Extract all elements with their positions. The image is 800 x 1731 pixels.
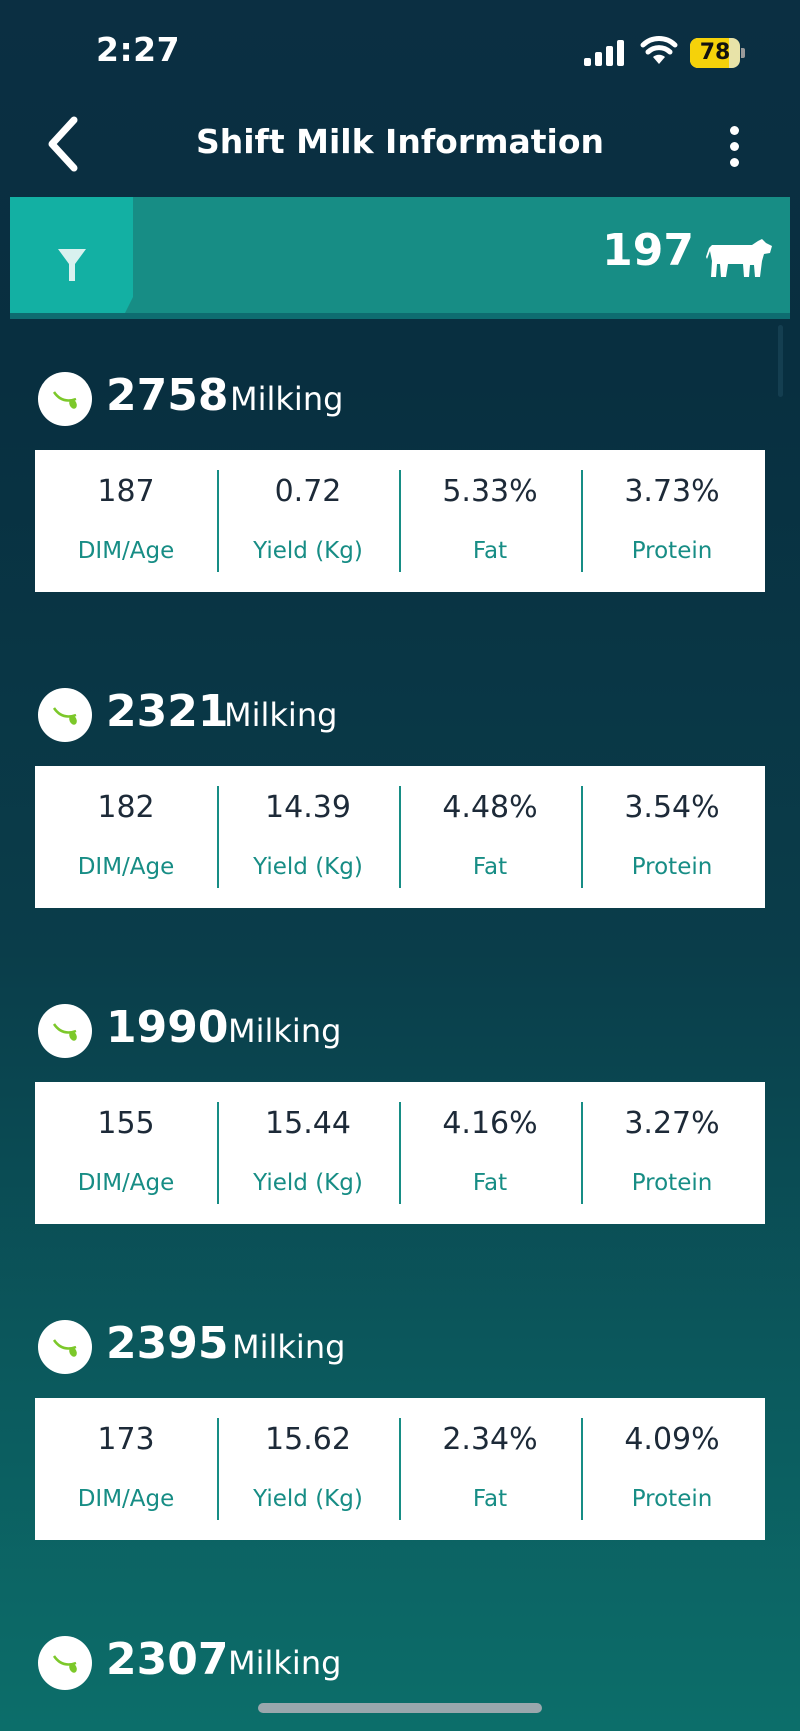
cellular-signal-icon: [584, 40, 624, 66]
fat-value: 4.16%: [442, 1106, 538, 1141]
metric-protein: 4.09% Protein: [581, 1398, 763, 1540]
animal-card-2: 2321 Milking 182 DIM/Age 14.39 Yield (Kg…: [0, 684, 800, 984]
status-bar: 2:27 78: [0, 0, 800, 100]
animal-status: Milking: [228, 1012, 342, 1050]
animal-status: Milking: [232, 1328, 346, 1366]
home-indicator: [258, 1703, 542, 1713]
nav-bar: Shift Milk Information: [0, 100, 800, 190]
dim-value: 173: [97, 1422, 155, 1457]
fat-value: 4.48%: [442, 790, 538, 825]
filter-icon: [58, 249, 86, 281]
filter-bar-edge: [10, 313, 790, 319]
milking-status-icon: [38, 372, 92, 426]
protein-value: 3.73%: [624, 474, 720, 509]
animal-status: Milking: [224, 696, 338, 734]
dim-value: 182: [97, 790, 155, 825]
fat-label: Fat: [472, 1170, 508, 1196]
fat-label: Fat: [472, 1486, 508, 1512]
metric-protein: 3.27% Protein: [581, 1082, 763, 1224]
animal-status: Milking: [230, 380, 344, 418]
animal-id: 2758: [106, 370, 229, 421]
dim-value: 187: [97, 474, 155, 509]
metric-dim: 155 DIM/Age: [35, 1082, 217, 1224]
metric-protein: 3.54% Protein: [581, 766, 763, 908]
animal-status: Milking: [228, 1644, 342, 1682]
metric-dim: 187 DIM/Age: [35, 450, 217, 592]
yield-label: Yield (Kg): [253, 854, 363, 880]
metric-fat: 5.33% Fat: [399, 450, 581, 592]
metric-yield: 15.44 Yield (Kg): [217, 1082, 399, 1224]
status-time: 2:27: [96, 30, 181, 69]
metric-fat: 2.34% Fat: [399, 1398, 581, 1540]
metrics-card[interactable]: 173 DIM/Age 15.62 Yield (Kg) 2.34% Fat 4…: [35, 1398, 765, 1540]
metric-yield: 0.72 Yield (Kg): [217, 450, 399, 592]
filter-button[interactable]: [10, 197, 133, 313]
protein-value: 4.09%: [624, 1422, 720, 1457]
animal-card-4: 2395 Milking 173 DIM/Age 15.62 Yield (Kg…: [0, 1316, 800, 1616]
fat-value: 2.34%: [442, 1422, 538, 1457]
metric-yield: 14.39 Yield (Kg): [217, 766, 399, 908]
dim-value: 155: [97, 1106, 155, 1141]
cow-icon: [706, 239, 772, 277]
metric-dim: 173 DIM/Age: [35, 1398, 217, 1540]
yield-value: 0.72: [274, 474, 342, 509]
protein-label: Protein: [631, 854, 713, 880]
dim-label: DIM/Age: [77, 854, 175, 880]
more-icon: [730, 126, 739, 135]
filter-bar: 197: [10, 197, 790, 317]
animal-card-5: 2307 Milking: [0, 1632, 800, 1712]
yield-label: Yield (Kg): [253, 1170, 363, 1196]
more-options-button[interactable]: [716, 118, 752, 174]
milking-status-icon: [38, 688, 92, 742]
wifi-icon: [640, 36, 678, 64]
metric-fat: 4.16% Fat: [399, 1082, 581, 1224]
protein-label: Protein: [631, 1170, 713, 1196]
herd-count: 197: [602, 225, 694, 276]
metric-protein: 3.73% Protein: [581, 450, 763, 592]
dim-label: DIM/Age: [77, 1486, 175, 1512]
fat-value: 5.33%: [442, 474, 538, 509]
metrics-card[interactable]: 187 DIM/Age 0.72 Yield (Kg) 5.33% Fat 3.…: [35, 450, 765, 592]
protein-label: Protein: [631, 1486, 713, 1512]
dim-label: DIM/Age: [77, 1170, 175, 1196]
page-title: Shift Milk Information: [195, 122, 605, 161]
animal-id: 1990: [106, 1002, 229, 1053]
metric-dim: 182 DIM/Age: [35, 766, 217, 908]
animal-card-3: 1990 Milking 155 DIM/Age 15.44 Yield (Kg…: [0, 1000, 800, 1300]
battery-icon: 78: [690, 38, 746, 68]
protein-value: 3.54%: [624, 790, 720, 825]
protein-label: Protein: [631, 538, 713, 564]
animal-id: 2321: [106, 686, 229, 737]
protein-value: 3.27%: [624, 1106, 720, 1141]
battery-level: 78: [699, 40, 731, 65]
milking-status-icon: [38, 1320, 92, 1374]
metrics-card[interactable]: 182 DIM/Age 14.39 Yield (Kg) 4.48% Fat 3…: [35, 766, 765, 908]
animal-id: 2395: [106, 1318, 229, 1369]
metric-fat: 4.48% Fat: [399, 766, 581, 908]
fat-label: Fat: [472, 854, 508, 880]
dim-label: DIM/Age: [77, 538, 175, 564]
animal-card-1: 2758 Milking 187 DIM/Age 0.72 Yield (Kg)…: [0, 368, 800, 668]
milking-status-icon: [38, 1636, 92, 1690]
yield-value: 15.62: [265, 1422, 351, 1457]
yield-label: Yield (Kg): [253, 538, 363, 564]
metric-yield: 15.62 Yield (Kg): [217, 1398, 399, 1540]
animal-id: 2307: [106, 1634, 229, 1685]
yield-value: 15.44: [265, 1106, 351, 1141]
metrics-card[interactable]: 155 DIM/Age 15.44 Yield (Kg) 4.16% Fat 3…: [35, 1082, 765, 1224]
yield-label: Yield (Kg): [253, 1486, 363, 1512]
milking-status-icon: [38, 1004, 92, 1058]
yield-value: 14.39: [265, 790, 351, 825]
fat-label: Fat: [472, 538, 508, 564]
